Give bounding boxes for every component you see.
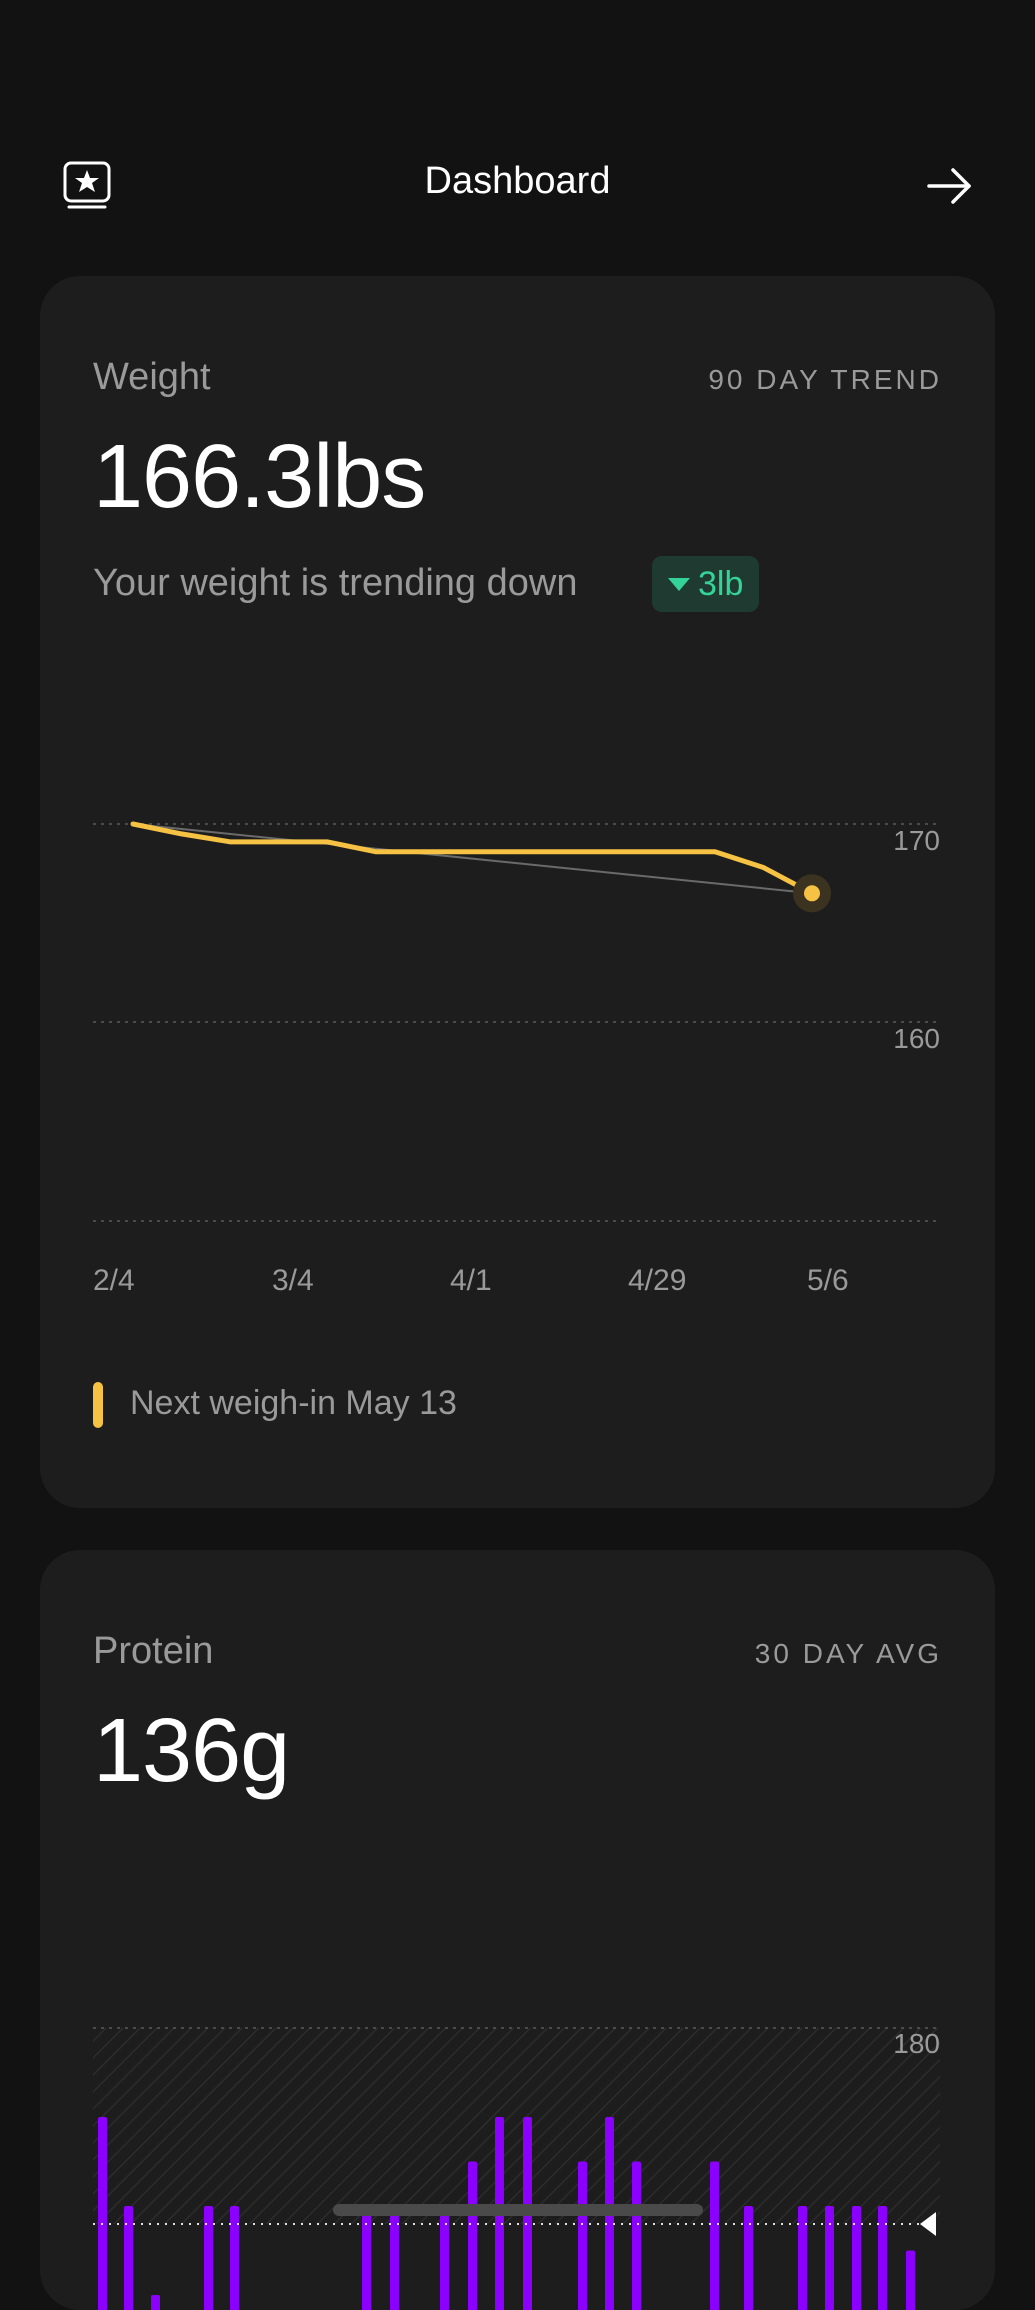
protein-bar [906,2251,915,2310]
weight-chart: 170 160 [40,276,995,1508]
protein-chart: 180 [40,1550,995,2310]
protein-card[interactable]: Protein 30 DAY AVG 136g 180 [40,1550,995,2310]
x-tick-label: 4/1 [450,1264,492,1298]
y-tick-label: 170 [893,825,940,856]
protein-bar [852,2206,861,2310]
protein-bar [151,2295,160,2310]
trend-line [133,824,812,893]
protein-bar [710,2162,719,2310]
protein-bar [124,2206,133,2310]
protein-bar [390,2206,399,2310]
next-weigh-in-text: Next weigh-in May 13 [130,1384,457,1423]
protein-bar [825,2206,834,2310]
protein-bar [468,2162,477,2310]
protein-bar [744,2206,753,2310]
protein-bar [98,2117,107,2310]
protein-bar [632,2162,641,2310]
protein-bar [440,2206,449,2310]
latest-point [804,885,820,901]
target-band [93,2028,940,2224]
x-tick-label: 3/4 [272,1264,314,1298]
protein-bar [204,2206,213,2310]
x-tick-label: 5/6 [807,1264,849,1298]
protein-bar [578,2162,587,2310]
arrow-right-icon[interactable] [925,162,973,210]
weight-card[interactable]: Weight 90 DAY TREND 166.3lbs Your weight… [40,276,995,1508]
home-indicator[interactable] [333,2204,703,2216]
protein-bar [798,2206,807,2310]
x-tick-label: 4/29 [628,1264,686,1298]
x-tick-label: 2/4 [93,1264,135,1298]
y-tick-label: 160 [893,1023,940,1054]
protein-bar [230,2206,239,2310]
protein-bar [362,2206,371,2310]
app-header: Dashboard [0,150,1035,220]
page-title: Dashboard [0,160,1035,203]
legend-swatch [93,1382,103,1428]
protein-bar [878,2206,887,2310]
y-tick-label: 180 [893,2028,940,2059]
